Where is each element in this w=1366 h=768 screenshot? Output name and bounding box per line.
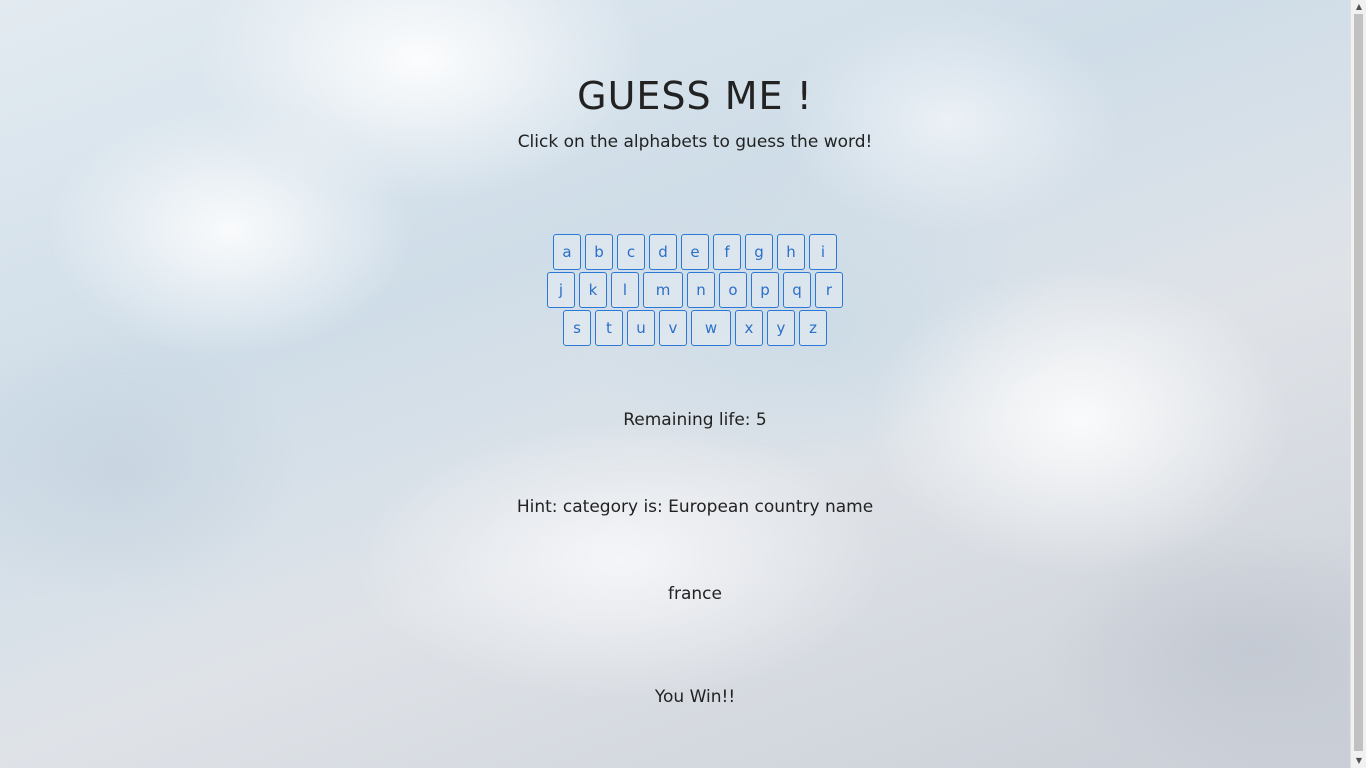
page-title: GUESS ME ! [577,74,813,118]
letter-key-l[interactable]: l [611,272,639,308]
letter-key-a[interactable]: a [553,234,581,270]
letter-key-g[interactable]: g [745,234,773,270]
scrollbar-thumb[interactable] [1354,14,1363,751]
hint-text: Hint: category is: European country name [516,497,874,517]
letter-key-x[interactable]: x [735,310,763,346]
vertical-scrollbar[interactable]: ▲ ▼ [1350,0,1366,768]
letter-key-z[interactable]: z [799,310,827,346]
instructions-text: Click on the alphabets to guess the word… [517,132,873,152]
letter-key-o[interactable]: o [719,272,747,308]
guessed-word: france [668,584,722,604]
result-message: You Win!! [654,687,736,707]
letter-key-v[interactable]: v [659,310,687,346]
remaining-life-text: Remaining life: 5 [623,410,767,430]
letter-key-m[interactable]: m [643,272,683,308]
letter-key-w[interactable]: w [691,310,731,346]
triangle-up-icon[interactable]: ▲ [1351,0,1366,14]
letter-key-b[interactable]: b [585,234,613,270]
letter-key-e[interactable]: e [681,234,709,270]
letter-key-p[interactable]: p [751,272,779,308]
letter-key-t[interactable]: t [595,310,623,346]
keyboard-row-1: a b c d e f g h i [0,234,1366,270]
keyboard-row-3: s t u v w x y z [0,310,1366,346]
triangle-down-icon[interactable]: ▼ [1351,754,1366,768]
letter-key-k[interactable]: k [579,272,607,308]
letter-key-j[interactable]: j [547,272,575,308]
letter-key-y[interactable]: y [767,310,795,346]
letter-key-s[interactable]: s [563,310,591,346]
keyboard-row-2: j k l m n o p q r [0,272,1366,308]
letter-key-h[interactable]: h [777,234,805,270]
letter-key-f[interactable]: f [713,234,741,270]
letter-key-n[interactable]: n [687,272,715,308]
letter-key-c[interactable]: c [617,234,645,270]
letter-key-u[interactable]: u [627,310,655,346]
letter-key-i[interactable]: i [809,234,837,270]
letter-key-d[interactable]: d [649,234,677,270]
letter-key-q[interactable]: q [783,272,811,308]
alphabet-keyboard: a b c d e f g h i j k l m n o p q r s t … [0,234,1366,348]
letter-key-r[interactable]: r [815,272,843,308]
